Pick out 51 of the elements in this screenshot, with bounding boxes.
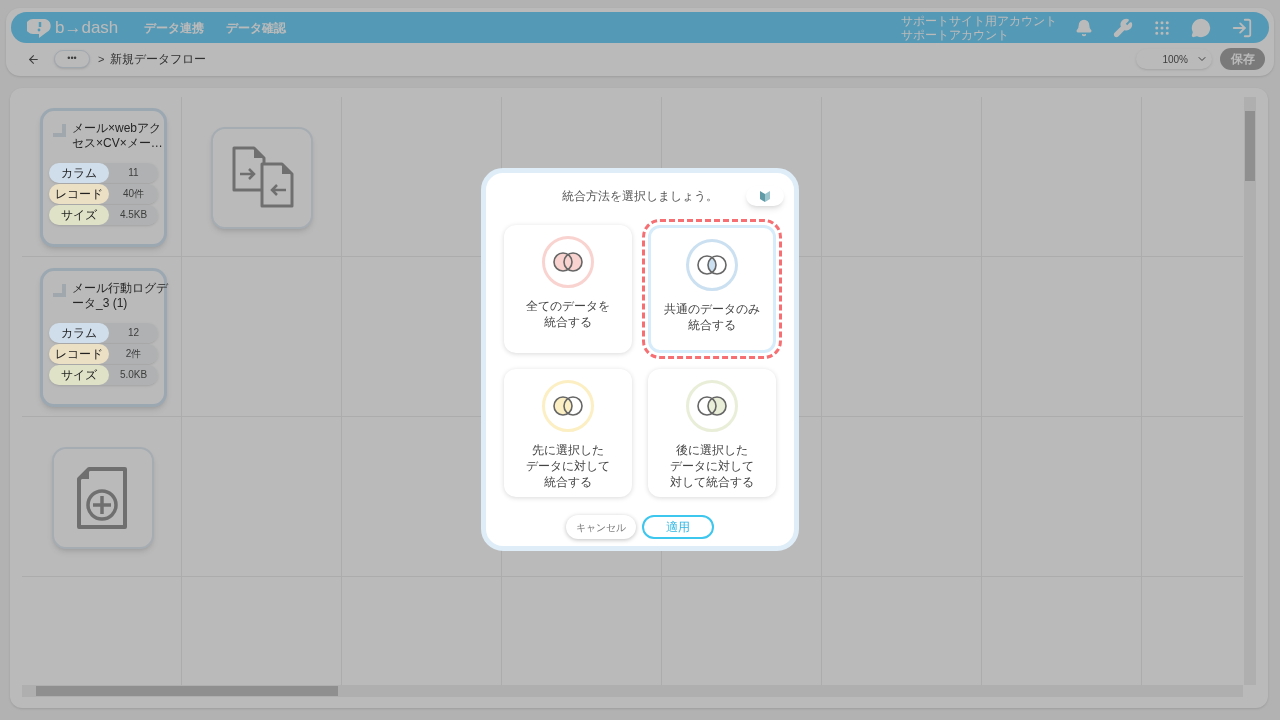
option-label-line: データに対して	[670, 458, 754, 474]
node-title: メール行動ログデータ_3 (1)	[72, 281, 168, 311]
stat-label: レコード	[49, 184, 109, 204]
node-title: メール×webアクセス×CV×メー…	[72, 121, 164, 151]
breadcrumb: 新規データフロー	[110, 51, 207, 68]
chat-icon[interactable]	[1191, 17, 1211, 38]
venn-icon	[696, 394, 728, 418]
option-label-line: 統合する	[544, 474, 592, 490]
horizontal-scrollbar[interactable]	[22, 685, 1243, 697]
logo-icon	[27, 16, 53, 39]
option-label-line: 共通のデータのみ	[664, 301, 760, 317]
account-name: サポートサイト用アカウント	[901, 13, 1057, 28]
cancel-button[interactable]: キャンセル	[566, 515, 636, 539]
merge-option[interactable]: 全てのデータを 統合する	[504, 225, 632, 353]
data-node[interactable]: メール行動ログデータ_3 (1) カラム 12 レコード 2件 サイズ 5.0KB	[40, 268, 167, 407]
stat-label: サイズ	[49, 205, 109, 225]
option-label-line: データに対して	[526, 458, 610, 474]
add-data-node[interactable]	[52, 447, 154, 549]
more-button[interactable]: •••	[54, 50, 90, 68]
stat-label: サイズ	[49, 365, 109, 385]
venn-icon	[552, 394, 584, 418]
stat-label: カラム	[49, 163, 109, 183]
merge-option[interactable]: 先に選択した データに対して 統合する	[504, 369, 632, 497]
notification-icon[interactable]	[1075, 18, 1093, 37]
back-icon[interactable]	[27, 52, 40, 66]
help-button[interactable]	[746, 186, 784, 206]
option-label-line: 先に選択した	[532, 442, 604, 458]
merge-option[interactable]: 後に選択した データに対して 対して統合する	[648, 369, 776, 497]
option-label-line: 全てのデータを	[526, 298, 610, 314]
document-corner-icon	[52, 123, 68, 139]
settings-icon[interactable]	[1113, 17, 1133, 38]
stat-label: カラム	[49, 323, 109, 343]
account-name: サポートアカウント	[901, 27, 1010, 42]
data-node[interactable]: メール×webアクセス×CV×メー… カラム 11 レコード 40件 サイズ 4.5KB	[40, 108, 167, 247]
option-label-line: 後に選択した	[676, 442, 748, 458]
breadcrumb-separator: >	[98, 51, 105, 67]
venn-icon	[552, 250, 584, 274]
option-label-line: 統合する	[544, 314, 592, 330]
logo-text: b→dash	[55, 19, 119, 36]
zoom-select[interactable]: 100%	[1136, 49, 1212, 69]
dialog-title: 統合方法を選択しましょう。	[562, 188, 718, 205]
vertical-scrollbar[interactable]	[1244, 97, 1256, 685]
document-corner-icon	[52, 283, 68, 299]
app-grid-icon[interactable]	[1153, 18, 1171, 37]
option-label-line: 対して統合する	[670, 474, 754, 490]
beginner-mark-icon	[760, 190, 770, 202]
logout-icon[interactable]	[1231, 16, 1253, 39]
venn-icon	[696, 253, 728, 277]
stat-label: レコード	[49, 344, 109, 364]
merge-node[interactable]	[211, 127, 313, 229]
option-label-line: 統合する	[688, 317, 736, 333]
